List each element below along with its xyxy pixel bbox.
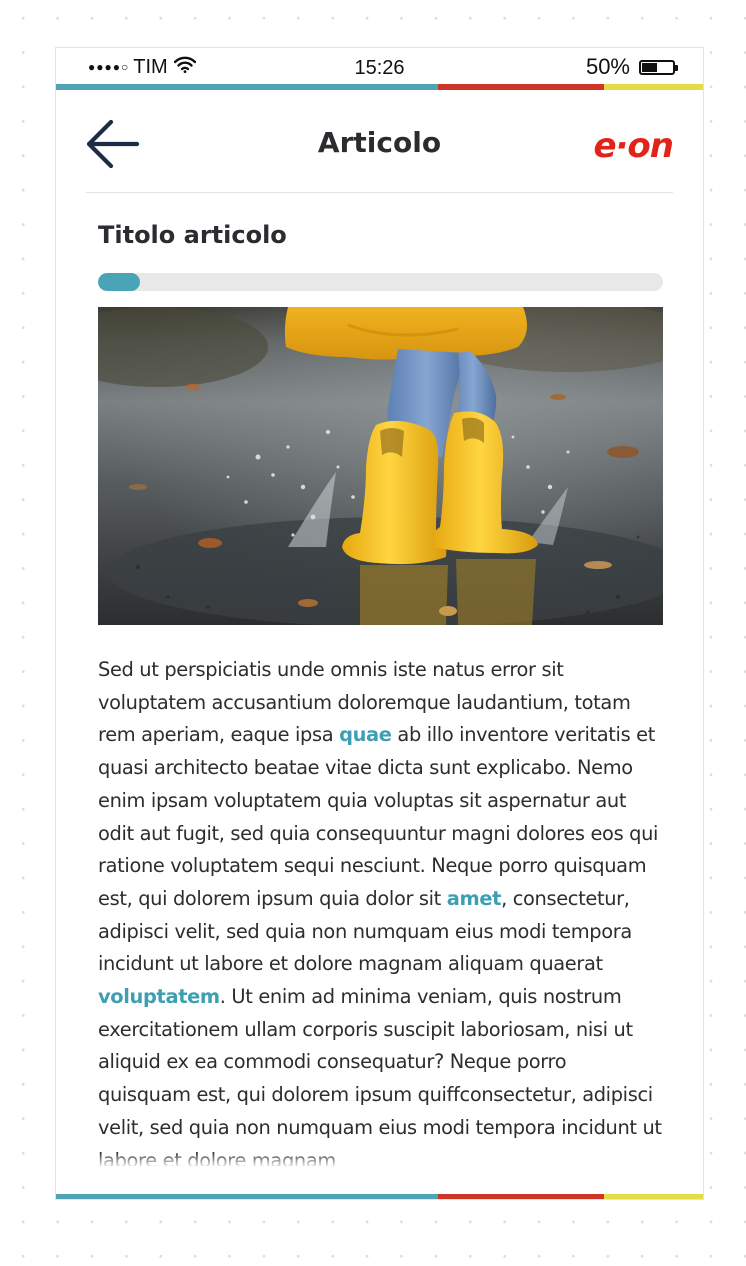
article-image: [98, 307, 663, 625]
eon-logo: e·on: [593, 126, 674, 166]
status-bar: ●●●●○ TIM 15:26 50%: [56, 48, 703, 86]
inline-link-voluptatem[interactable]: voluptatem: [98, 985, 220, 1008]
article-body: Sed ut perspiciatis unde omnis iste natu…: [98, 654, 663, 1166]
battery-fill: [642, 62, 657, 72]
strip-segment-yellow: [604, 1194, 703, 1199]
app-header: Articolo e·on: [56, 90, 703, 192]
battery-cap: [675, 64, 678, 71]
inline-link-amet[interactable]: amet: [447, 887, 502, 910]
reading-progress-fill: [98, 273, 141, 291]
body-text: ab illo inventore veritatis et quasi arc…: [98, 723, 659, 910]
battery-percentage: 50%: [585, 54, 630, 79]
article-title: Titolo articolo: [98, 221, 287, 249]
strip-segment-red: [438, 1194, 604, 1199]
brand-color-strip-bottom: [56, 1194, 703, 1199]
body-text: . Ut enim ad minima veniam, quis nostrum…: [98, 985, 662, 1166]
battery-icon: [639, 59, 678, 75]
header-divider: [86, 192, 673, 193]
strip-segment-blue: [56, 1194, 438, 1199]
status-right: 50%: [585, 54, 678, 80]
phone-frame: ●●●●○ TIM 15:26 50% Articolo e·on Titolo…: [55, 47, 704, 1200]
inline-link-quae[interactable]: quae: [339, 723, 392, 746]
reading-progress-bar: [98, 273, 663, 291]
